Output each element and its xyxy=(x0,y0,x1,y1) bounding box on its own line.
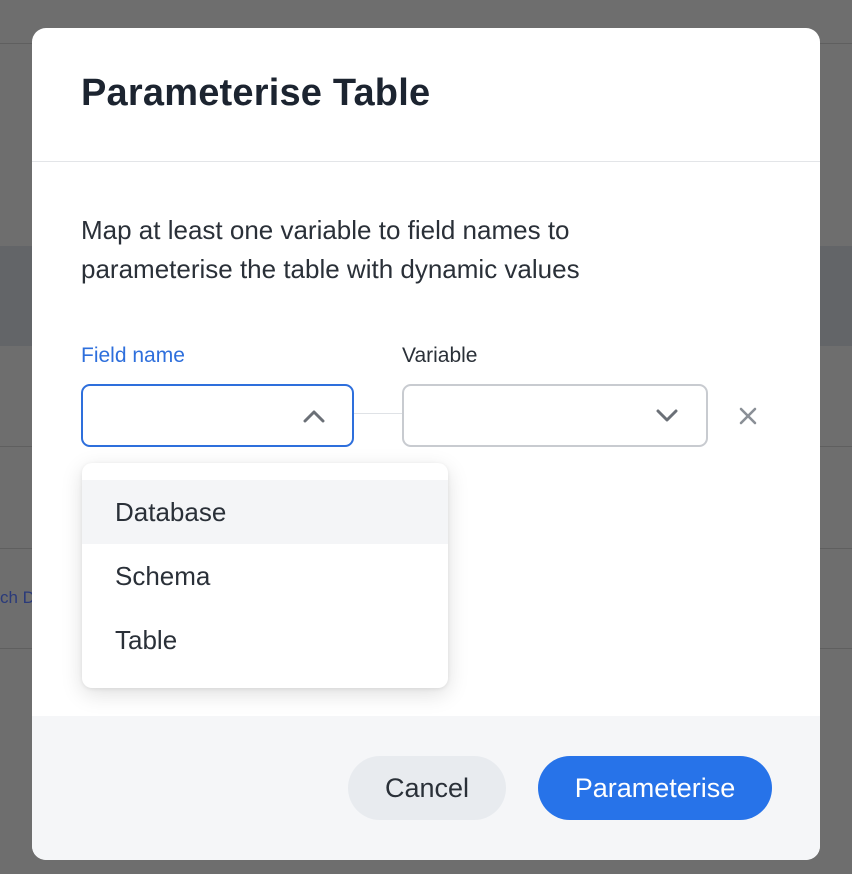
field-variable-connector xyxy=(354,413,402,414)
chevron-up-icon xyxy=(303,410,325,422)
close-icon xyxy=(739,407,757,425)
field-name-select[interactable] xyxy=(81,384,354,447)
chevron-down-icon xyxy=(656,409,678,421)
dialog-description: Map at least one variable to field names… xyxy=(81,215,580,284)
dropdown-options-list: Database Schema Table xyxy=(82,480,448,672)
parameterise-button[interactable]: Parameterise xyxy=(538,756,772,820)
parameterise-table-dialog: Parameterise Table Map at least one vari… xyxy=(32,28,820,860)
background-link: ch D xyxy=(0,588,35,607)
variable-label: Variable xyxy=(402,344,478,367)
dialog-title: Parameterise Table xyxy=(81,72,431,114)
variable-select[interactable] xyxy=(402,384,708,447)
dialog-footer: Cancel Parameterise xyxy=(32,716,820,860)
field-name-dropdown: Database Schema Table xyxy=(82,463,448,688)
dropdown-option-table[interactable]: Table xyxy=(82,608,448,672)
dropdown-option-database[interactable]: Database xyxy=(82,480,448,544)
remove-mapping-button[interactable] xyxy=(736,404,760,428)
dropdown-option-schema[interactable]: Schema xyxy=(82,544,448,608)
field-name-label: Field name xyxy=(81,344,185,367)
cancel-button[interactable]: Cancel xyxy=(348,756,506,820)
dialog-header: Parameterise Table xyxy=(32,28,820,162)
